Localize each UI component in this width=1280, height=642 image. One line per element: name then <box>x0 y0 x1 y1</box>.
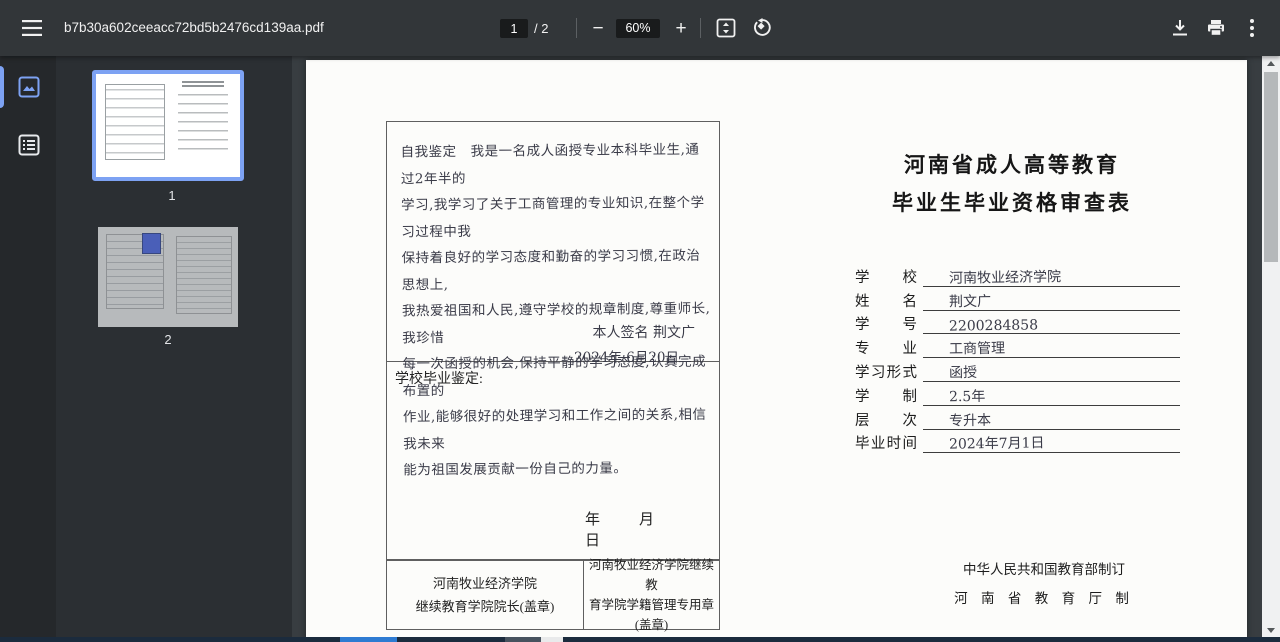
form-row-student-id: 学号 2200284858 <box>855 311 1180 335</box>
more-options-button[interactable] <box>1234 10 1270 46</box>
stamp-box-left: 河南牧业经济学院 继续教育学院院长(盖章) <box>387 561 584 629</box>
menu-button[interactable] <box>14 10 50 46</box>
pdf-content-area: 自我鉴定 我是一名成人函授专业本科毕业生,通过2年半的 学习,我学习了关于工商管… <box>292 56 1280 637</box>
scroll-down-button[interactable] <box>1262 623 1280 637</box>
minus-icon: − <box>592 19 603 38</box>
thumbnails-icon <box>17 75 41 99</box>
thumbnail-2-photo <box>142 233 161 254</box>
self-evaluation-box: 自我鉴定 我是一名成人函授专业本科毕业生,通过2年半的 学习,我学习了关于工商管… <box>386 121 720 362</box>
scrollbar-thumb[interactable] <box>1264 72 1278 262</box>
pdf-page-1: 自我鉴定 我是一名成人函授专业本科毕业生,通过2年半的 学习,我学习了关于工商管… <box>306 60 1247 637</box>
thumbnail-1-right-block <box>178 90 228 156</box>
form-row-school: 学校 河南牧业经济学院 <box>855 263 1180 287</box>
document-title: b7b30a602ceeacc72bd5b2476cd139aa.pdf <box>64 20 324 35</box>
document-outline-icon <box>17 133 41 157</box>
thumbnails-pane-button[interactable] <box>14 72 44 102</box>
thumbnail-2-label: 2 <box>88 332 248 347</box>
thumbnails-panel: 1 2 <box>56 56 292 637</box>
taskbar-segment[interactable] <box>505 637 541 642</box>
rotate-button[interactable] <box>744 10 780 46</box>
download-icon <box>1171 19 1189 37</box>
toolbar-divider <box>576 18 577 38</box>
taskbar-segment[interactable] <box>541 637 563 642</box>
date-placeholder: 年 月 日 <box>585 508 719 550</box>
page-number-input[interactable] <box>500 19 528 38</box>
outline-pane-button[interactable] <box>14 130 44 160</box>
form-fields: 学校 河南牧业经济学院 姓名 荆文广 学号 2200284858 专业 工商管理… <box>855 263 1180 453</box>
kebab-menu-icon <box>1250 19 1254 37</box>
page-thumbnail-2[interactable] <box>98 227 238 327</box>
stamp-box-right: 河南牧业经济学院继续教 育学院学籍管理专用章 (盖章) <box>584 561 719 629</box>
pdf-viewer-window: b7b30a602ceeacc72bd5b2476cd139aa.pdf / 2… <box>0 0 1280 642</box>
taskbar-edge <box>0 637 1280 642</box>
thumbnail-1-title-lines <box>182 81 224 87</box>
form-row-study-mode: 学习形式 函授 <box>855 358 1180 382</box>
zoom-in-button[interactable]: + <box>663 10 699 46</box>
hamburger-icon <box>22 20 42 36</box>
thumbnail-1-left-block <box>105 84 165 160</box>
taskbar-active-app-segment[interactable] <box>340 637 397 642</box>
form-row-major: 专业 工商管理 <box>855 334 1180 358</box>
stamp-boxes: 河南牧业经济学院 继续教育学院院长(盖章) 河南牧业经济学院继续教 育学院学籍管… <box>386 560 720 630</box>
scroll-up-button[interactable] <box>1262 56 1280 70</box>
rotate-counterclockwise-icon <box>752 18 773 39</box>
zoom-level-field[interactable]: 60% <box>616 19 660 38</box>
form-row-name: 姓名 荆文广 <box>855 287 1180 311</box>
fit-page-icon <box>716 18 736 38</box>
form-row-level: 层次 专升本 <box>855 406 1180 430</box>
school-appraisal-label: 学校毕业鉴定: <box>395 368 483 388</box>
signature-line: 本人签名 荆文广 <box>593 322 695 342</box>
zoom-out-button[interactable]: − <box>580 10 616 46</box>
page-thumbnail-1[interactable] <box>92 70 244 181</box>
plus-icon: + <box>675 19 686 38</box>
school-appraisal-box: 学校毕业鉴定: 年 月 日 <box>386 362 720 560</box>
form-footer: 中华人民共和国教育部制订 河 南 省 教 育 厅 制 <box>906 558 1182 607</box>
scroll-down-arrow-icon <box>1267 628 1275 633</box>
form-title: 河南省成人高等教育 毕业生毕业资格审查表 <box>756 146 1268 222</box>
print-button[interactable] <box>1198 10 1234 46</box>
active-pane-indicator <box>0 66 4 108</box>
scroll-up-arrow-icon <box>1267 61 1275 66</box>
sidebar-icon-strip <box>0 56 56 637</box>
form-row-duration: 学制 2.5年 <box>855 382 1180 406</box>
toolbar-divider <box>700 18 701 38</box>
pdf-toolbar: b7b30a602ceeacc72bd5b2476cd139aa.pdf / 2… <box>0 0 1280 56</box>
fit-to-page-button[interactable] <box>708 10 744 46</box>
vertical-scrollbar[interactable] <box>1262 56 1280 637</box>
download-button[interactable] <box>1162 10 1198 46</box>
thumbnail-1-label: 1 <box>92 188 252 203</box>
thumbnail-2-grid <box>176 236 232 314</box>
print-icon <box>1207 19 1225 37</box>
form-row-graduation-date: 毕业时间 2024年7月1日 <box>855 430 1180 454</box>
signature-name: 荆文广 <box>653 325 695 341</box>
page-count-label: / 2 <box>534 21 548 36</box>
